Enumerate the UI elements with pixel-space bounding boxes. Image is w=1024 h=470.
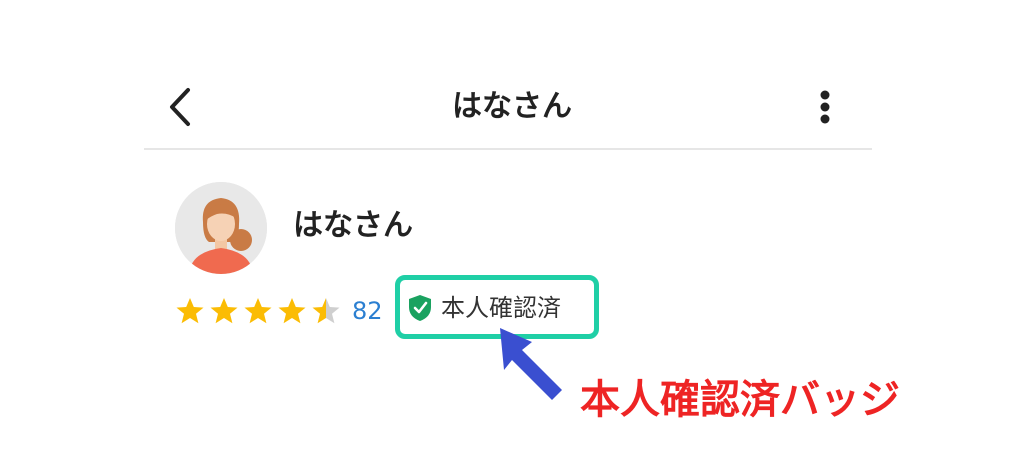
star-icon bbox=[210, 298, 238, 324]
star-icon bbox=[278, 298, 306, 324]
more-options-button[interactable] bbox=[808, 82, 842, 132]
page-title: はなさん bbox=[452, 89, 572, 124]
rating-stars bbox=[175, 296, 341, 326]
avatar bbox=[175, 182, 267, 274]
shield-check-icon bbox=[409, 295, 431, 321]
verified-label: 本人確認済 bbox=[441, 294, 561, 322]
star-icon bbox=[176, 298, 204, 324]
callout-label: 本人確認済バッジ bbox=[580, 377, 900, 423]
star-icon bbox=[312, 298, 340, 324]
profile-name: はなさん bbox=[293, 208, 413, 243]
callout-arrow-icon bbox=[500, 328, 562, 400]
star-icon bbox=[244, 298, 272, 324]
verified-badge: 本人確認済 bbox=[407, 290, 561, 326]
woman-avatar-icon bbox=[175, 182, 267, 274]
vertical-dots-icon bbox=[820, 90, 830, 124]
review-count-link[interactable]: 82 bbox=[352, 293, 383, 329]
header-divider bbox=[144, 148, 872, 150]
